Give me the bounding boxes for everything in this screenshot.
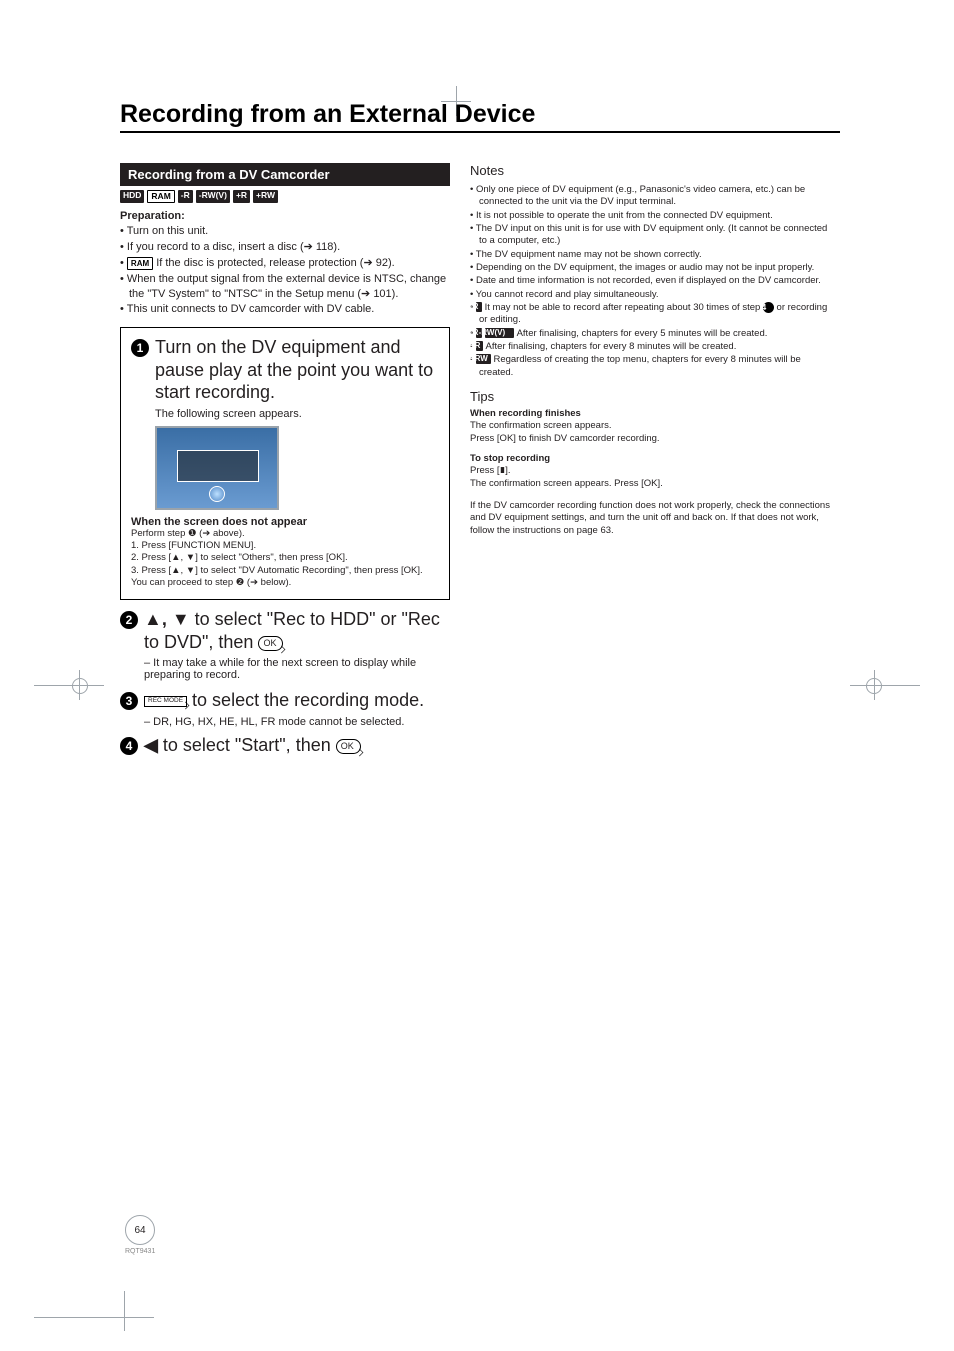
badge-hdd: HDD xyxy=(120,190,144,203)
note-item: Date and time information is not recorde… xyxy=(470,275,830,287)
step3-text: REC MODE to select the recording mode. xyxy=(144,689,424,712)
no-appear-lines: Perform step ❶ (➔ above). 1. Press [FUNC… xyxy=(131,528,439,590)
no-appear-line: 1. Press [FUNCTION MENU]. xyxy=(131,540,439,552)
up-down-icon: ▲, ▼ xyxy=(144,609,190,629)
note-item: +RW Regardless of creating the top menu,… xyxy=(470,354,830,379)
section-header: Recording from a DV Camcorder xyxy=(120,163,450,186)
tips-finish-heading: When recording finishes xyxy=(470,408,830,420)
note-item: You cannot record and play simultaneousl… xyxy=(470,289,830,301)
step4-label: to select "Start", then xyxy=(163,735,336,755)
media-badges: HDD RAM -R -RW(V) +R +RW xyxy=(120,190,450,203)
crop-mark-right xyxy=(850,670,920,700)
step2-text: ▲, ▼ to select "Rec to HDD" or "Rec to D… xyxy=(144,608,450,653)
note-item: The DV input on this unit is for use wit… xyxy=(470,223,830,248)
page-content: Recording from an External Device Record… xyxy=(120,100,840,756)
doc-code: RQT9431 xyxy=(125,1248,155,1255)
notes-list: Only one piece of DV equipment (e.g., Pa… xyxy=(470,184,830,379)
tips-footer: If the DV camcorder recording function d… xyxy=(470,500,830,537)
note-item: -R It may not be able to record after re… xyxy=(470,302,830,327)
left-column: Recording from a DV Camcorder HDD RAM -R… xyxy=(120,163,450,756)
right-column: Notes Only one piece of DV equipment (e.… xyxy=(470,163,830,756)
badge-plus-r: +R xyxy=(233,190,250,203)
badge-plus-rw: +RW xyxy=(253,190,278,203)
preparation-heading: Preparation: xyxy=(120,210,185,222)
step2-number: 2 xyxy=(120,611,138,629)
prep-item: Turn on this unit. xyxy=(120,224,450,239)
badge-minus-rwv: -RW(V) xyxy=(196,190,230,203)
note-item: The DV equipment name may not be shown c… xyxy=(470,249,830,261)
ok-icon: OK xyxy=(258,636,283,651)
no-appear-line: You can proceed to step ❷ (➔ below). xyxy=(131,577,439,589)
page-number: 64 xyxy=(125,1215,155,1245)
tips-stop-line: Press [∎]. xyxy=(470,465,830,477)
badge-ram: RAM xyxy=(147,190,174,203)
step4-number: 4 xyxy=(120,737,138,755)
note-item: -R -RW(V) After finalising, chapters for… xyxy=(470,328,830,340)
tips-finish-line: Press [OK] to finish DV camcorder record… xyxy=(470,433,830,445)
no-appear-line: 2. Press [▲, ▼] to select "Others", then… xyxy=(131,552,439,564)
step1-sub: The following screen appears. xyxy=(155,408,439,420)
step4-text: ◀ to select "Start", then OK xyxy=(144,734,361,757)
preparation-block: Preparation: Turn on this unit. If you r… xyxy=(120,209,450,317)
no-appear-line: 3. Press [▲, ▼] to select "DV Automatic … xyxy=(131,565,439,577)
note-item: It is not possible to operate the unit f… xyxy=(470,210,830,222)
prep-item: RAM If the disc is protected, release pr… xyxy=(120,256,450,271)
badge-minus-r: -R xyxy=(178,190,193,203)
tips-stop-line: The confirmation screen appears. Press [… xyxy=(470,478,830,490)
tips-title: Tips xyxy=(470,389,830,406)
crop-mark-left xyxy=(34,670,104,700)
step4-row: 4 ◀ to select "Start", then OK xyxy=(120,734,450,757)
crop-mark-bottom-left xyxy=(34,1291,154,1331)
step2-row: 2 ▲, ▼ to select "Rec to HDD" or "Rec to… xyxy=(120,608,450,653)
screen-mock xyxy=(155,426,279,510)
step1-text: Turn on the DV equipment and pause play … xyxy=(155,336,439,404)
step3-label: to select the recording mode. xyxy=(192,690,424,710)
step3-row: 3 REC MODE to select the recording mode. xyxy=(120,689,450,712)
prep-item: This unit connects to DV camcorder with … xyxy=(120,302,450,317)
no-appear-heading: When the screen does not appear xyxy=(131,516,439,528)
note-item: Only one piece of DV equipment (e.g., Pa… xyxy=(470,184,830,209)
tips-finish-line: The confirmation screen appears. xyxy=(470,420,830,432)
step3-sub: – DR, HG, HX, HE, HL, FR mode cannot be … xyxy=(144,716,450,728)
left-icon: ◀ xyxy=(144,735,158,755)
note-item: Depending on the DV equipment, the image… xyxy=(470,262,830,274)
prep-item: If you record to a disc, insert a disc (… xyxy=(120,240,450,255)
prep-item: When the output signal from the external… xyxy=(120,272,450,302)
no-appear-line: Perform step ❶ (➔ above). xyxy=(131,528,439,540)
notes-title: Notes xyxy=(470,163,830,180)
step1-number: 1 xyxy=(131,339,149,357)
page-title: Recording from an External Device xyxy=(120,100,840,129)
step3-number: 3 xyxy=(120,692,138,710)
ok-icon: OK xyxy=(336,739,361,754)
step2-sub: – It may take a while for the next scree… xyxy=(144,657,450,681)
title-rule xyxy=(120,131,840,133)
rec-mode-icon: REC MODE xyxy=(144,696,187,707)
step1-box: 1 Turn on the DV equipment and pause pla… xyxy=(120,327,450,600)
tips-stop-heading: To stop recording xyxy=(470,453,830,465)
note-item: +R After finalising, chapters for every … xyxy=(470,341,830,353)
